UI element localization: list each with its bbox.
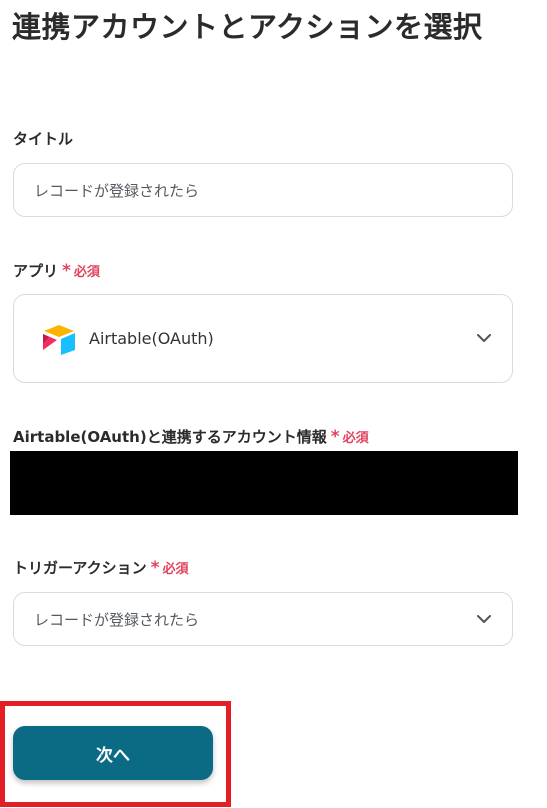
- required-badge: 必須: [73, 265, 100, 280]
- required-asterisk: *: [150, 557, 160, 578]
- chevron-down-icon: [476, 611, 492, 627]
- chevron-down-icon: [476, 331, 492, 347]
- selected-app-name: Airtable(OAuth): [89, 329, 214, 348]
- required-asterisk: *: [330, 426, 340, 447]
- page-title: 連携アカウントとアクションを選択: [12, 10, 483, 44]
- trigger-field-label: トリガーアクション * 必須: [13, 557, 189, 578]
- account-label-text: Airtable(OAuth)と連携するアカウント情報: [13, 428, 327, 446]
- trigger-action-select[interactable]: レコードが登録されたら: [13, 592, 513, 646]
- title-input[interactable]: [13, 163, 513, 217]
- airtable-logo-icon: [43, 324, 75, 355]
- required-badge: 必須: [342, 431, 369, 446]
- app-label-text: アプリ: [13, 262, 59, 280]
- app-select[interactable]: Airtable(OAuth): [13, 294, 513, 383]
- required-asterisk: *: [62, 260, 71, 281]
- next-button[interactable]: 次へ: [13, 726, 213, 780]
- account-field-label: Airtable(OAuth)と連携するアカウント情報 * 必須: [13, 426, 369, 447]
- title-label-text: タイトル: [13, 130, 74, 148]
- trigger-label-text: トリガーアクション: [13, 559, 147, 577]
- page: 連携アカウントとアクションを選択 タイトル アプリ * 必須 Airtable(…: [0, 0, 547, 808]
- title-field-label: タイトル: [13, 128, 73, 149]
- required-badge: 必須: [162, 562, 189, 577]
- selected-trigger-action: レコードが登録されたら: [34, 610, 200, 629]
- app-field-label: アプリ * 必須: [13, 260, 100, 281]
- redacted-account-info: [10, 451, 518, 515]
